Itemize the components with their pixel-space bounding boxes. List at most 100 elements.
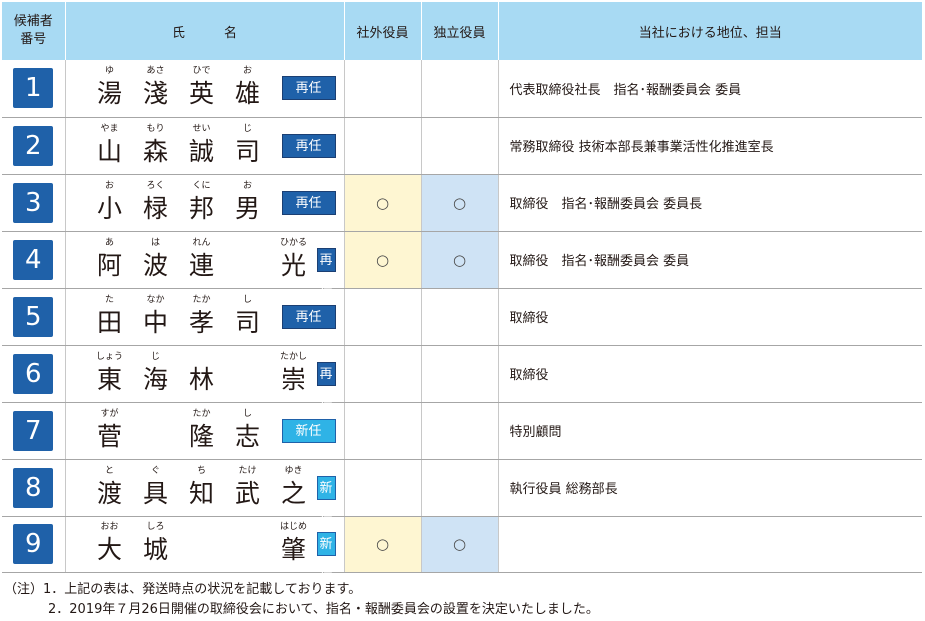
candidate-name-cell: お小ろく椂くに邦お男再任	[65, 174, 345, 232]
name-character: あ阿	[87, 237, 133, 280]
kanji: 武	[234, 478, 260, 508]
independent-officer-cell	[421, 345, 499, 403]
name-character: すが菅	[87, 409, 133, 451]
furigana: くに	[192, 180, 211, 191]
independent-officer-cell: ○	[421, 174, 499, 232]
candidate-number-cell: 4	[2, 231, 66, 289]
name-character	[225, 382, 271, 394]
furigana: ろく	[146, 180, 165, 191]
kanji: 波	[142, 250, 168, 280]
new-appointment-badge: 新任	[316, 475, 336, 520]
position-cell: 代表取締役社長 指名･報酬委員会 委員	[498, 60, 922, 118]
outside-officer-cell	[344, 345, 422, 403]
furigana: ひかる	[279, 237, 307, 248]
name-character: たかし崇	[271, 352, 317, 394]
name-character: し志	[225, 409, 271, 451]
kanji: 連	[188, 250, 214, 280]
kanji: 男	[234, 193, 260, 223]
position-cell: 特別顧問	[498, 402, 922, 460]
footnotes: （注）1．上記の表は、発送時点の状況を記載しております。 2．2019年７月26…	[4, 580, 599, 620]
candidate-number: 4	[13, 239, 54, 280]
furigana: お	[242, 180, 252, 191]
independent-officer-cell	[421, 459, 499, 517]
footnote-2: 2．2019年７月26日開催の取締役会において、指名・報酬委員会の設置を決定いた…	[48, 602, 599, 617]
kanji: 東	[96, 364, 122, 394]
candidate-name: おお大しろ城はじめ肇	[87, 522, 317, 564]
furigana: ち	[196, 465, 206, 476]
candidate-number: 5	[13, 296, 54, 337]
furigana: あ	[104, 237, 114, 248]
header-position: 当社における地位、担当	[498, 2, 922, 60]
reappointment-badge: 再任	[281, 133, 336, 158]
candidate-name-cell: あ阿は波れん連ひかる光再任	[65, 231, 345, 292]
position-cell: 取締役 指名･報酬委員会 委員長	[498, 174, 922, 232]
candidate-number-cell: 6	[2, 345, 66, 403]
furigana: ゆ	[104, 66, 114, 77]
furigana: しょう	[95, 351, 123, 362]
name-character: お男	[225, 180, 271, 223]
candidate-name: すが菅 たか隆し志	[87, 408, 271, 451]
furigana: やま	[100, 123, 119, 134]
name-character: せい誠	[179, 124, 225, 166]
kanji: 誠	[188, 136, 214, 166]
independent-officer-cell: ○	[421, 516, 499, 573]
kanji: 城	[142, 535, 168, 564]
name-character: ち知	[179, 465, 225, 508]
kanji: 崇	[280, 364, 306, 394]
name-character: ひで英	[179, 66, 225, 108]
kanji: 具	[142, 478, 168, 508]
footnote-1: （注）1．上記の表は、発送時点の状況を記載しております。	[4, 582, 362, 597]
candidate-row: 1 ゆ湯あさ淺ひで英お雄再任 代表取締役社長 指名･報酬委員会 委員	[2, 60, 922, 118]
name-character: ひかる光	[271, 237, 317, 280]
furigana: じ	[150, 351, 160, 362]
kanji: 椂	[142, 193, 168, 223]
candidate-number-cell: 7	[2, 402, 66, 460]
furigana: あさ	[146, 66, 165, 77]
kanji: 淺	[142, 79, 168, 109]
reappointment-badge: 再任	[281, 304, 336, 329]
new-appointment-badge: 新任	[316, 532, 336, 576]
kanji: 雄	[234, 79, 260, 109]
candidate-number: 7	[13, 410, 54, 451]
kanji: 中	[142, 307, 168, 337]
candidate-number: 8	[13, 467, 54, 508]
name-character	[133, 439, 179, 451]
reappointment-badge: 再任	[316, 247, 336, 292]
outside-officer-cell: ○	[344, 174, 422, 232]
name-character: ゆき之	[271, 466, 317, 508]
reappointment-badge: 再任	[316, 361, 336, 406]
outside-officer-cell	[344, 117, 422, 175]
name-character: ぐ具	[133, 466, 179, 508]
candidate-number-cell: 1	[2, 60, 66, 118]
candidate-number: 6	[13, 353, 54, 394]
kanji: 之	[280, 478, 306, 508]
name-character: と渡	[87, 465, 133, 508]
reappointment-badge: 再任	[281, 76, 336, 101]
kanji: 司	[234, 307, 260, 337]
kanji: 湯	[96, 79, 122, 109]
furigana: たか	[192, 408, 211, 419]
name-character: 林	[179, 354, 225, 394]
furigana: と	[104, 465, 114, 476]
kanji: 志	[234, 421, 260, 451]
outside-officer-cell	[344, 288, 422, 346]
furigana: たか	[192, 294, 211, 305]
name-character: は波	[133, 238, 179, 280]
kanji: 渡	[96, 478, 122, 508]
position-cell	[498, 516, 922, 573]
independent-officer-cell	[421, 288, 499, 346]
candidate-row: 9 おお大しろ城はじめ肇新任 ○ ○	[2, 516, 922, 576]
candidates-body: 1 ゆ湯あさ淺ひで英お雄再任 代表取締役社長 指名･報酬委員会 委員 2 やま山もり森せ…	[2, 60, 922, 576]
candidate-name: しょう東じ海林たかし崇	[87, 351, 317, 394]
furigana: じ	[242, 123, 252, 134]
kanji: 隆	[188, 421, 214, 451]
candidate-row: 5 た田なか中たか孝し司再任 取締役	[2, 288, 922, 346]
header-number: 候補者 番号	[2, 2, 66, 60]
independent-officer-cell	[421, 60, 499, 118]
name-character: たか孝	[179, 294, 225, 337]
name-character	[179, 552, 225, 564]
candidate-name-cell: やま山もり森せい誠じ司再任	[65, 117, 345, 175]
name-character: しろ城	[133, 522, 179, 564]
candidate-name-cell: た田なか中たか孝し司再任	[65, 288, 345, 346]
candidate-name: た田なか中たか孝し司	[87, 294, 271, 337]
